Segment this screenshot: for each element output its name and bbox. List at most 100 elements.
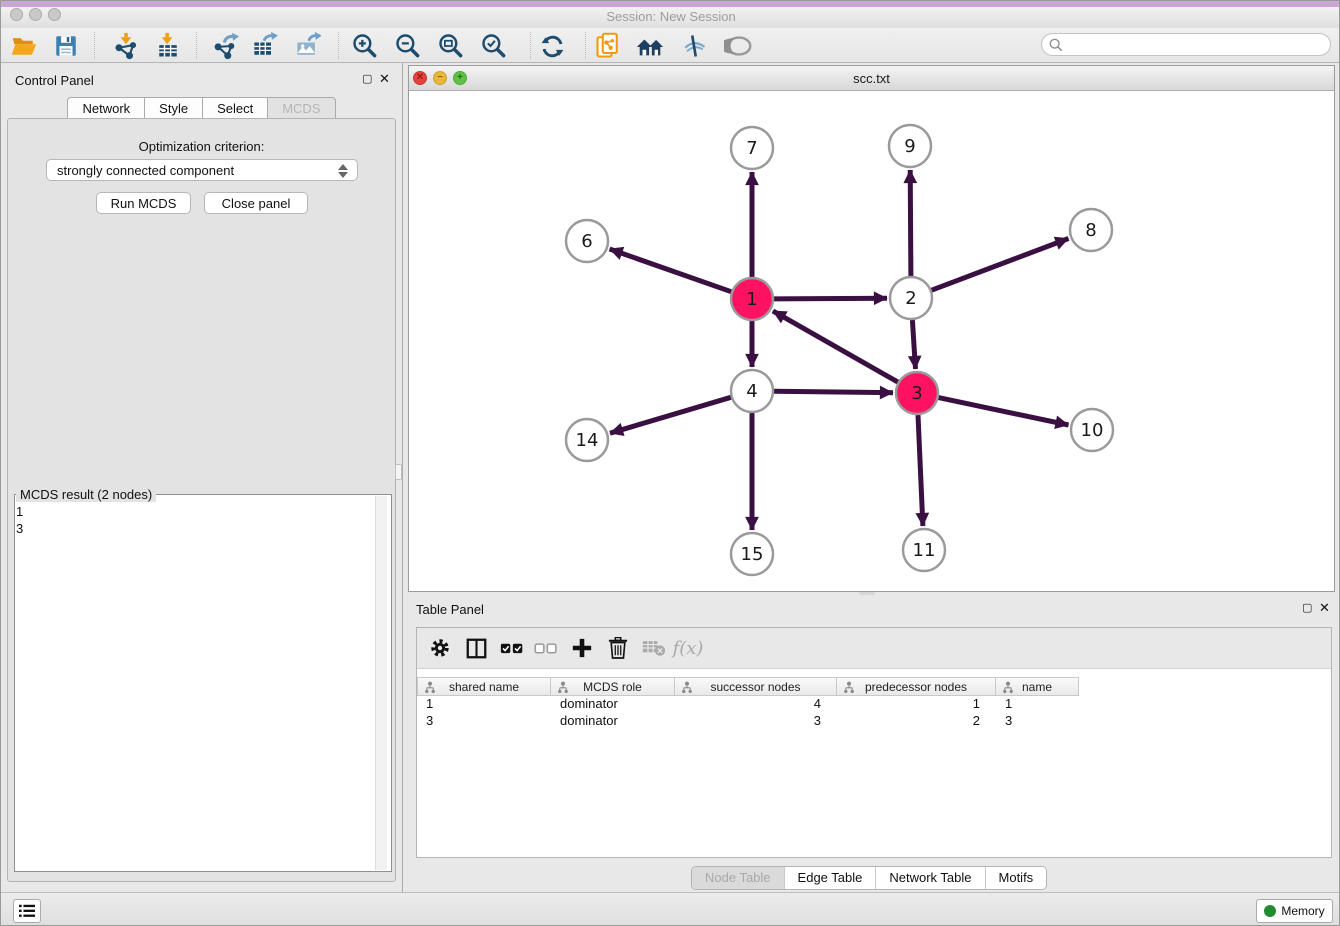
table-row[interactable]: 1dominator411 — [417, 696, 1079, 713]
create-column-plus-icon[interactable] — [567, 633, 597, 663]
home-icon[interactable] — [634, 30, 666, 62]
float-table-panel-icon[interactable]: ▢ — [1302, 601, 1312, 614]
column-header-name[interactable]: name — [996, 677, 1079, 696]
graph-edge-4-14[interactable] — [610, 397, 731, 433]
graph-node-3[interactable]: 3 — [896, 372, 938, 414]
cell-shared-name: 3 — [417, 713, 551, 730]
search-icon — [1049, 38, 1063, 52]
graph-edge-2-8[interactable] — [932, 239, 1069, 291]
criterion-select[interactable]: strongly connected component — [46, 159, 358, 181]
show-panels-eye-icon — [723, 30, 755, 62]
graph-edge-3-1[interactable] — [773, 311, 898, 382]
toolbar-separator — [338, 32, 339, 59]
network-view-window: ✕ − + scc.txt 1234678910111415 — [408, 65, 1335, 592]
svg-text:3: 3 — [911, 383, 922, 404]
splitter-grip[interactable] — [395, 464, 402, 480]
tab-node-table[interactable]: Node Table — [692, 867, 784, 889]
optimization-criterion-label: Optimization criterion: — [8, 139, 395, 154]
graph-edge-4-3[interactable] — [774, 391, 893, 392]
close-panel-button[interactable]: Close panel — [204, 192, 308, 214]
window-title: Session: New Session — [1, 9, 1340, 24]
close-table-panel-icon[interactable]: ✕ — [1319, 600, 1330, 616]
graph-node-7[interactable]: 7 — [731, 127, 773, 169]
tab-mcds[interactable]: MCDS — [268, 97, 335, 119]
run-mcds-button[interactable]: Run MCDS — [96, 192, 191, 214]
tab-select[interactable]: Select — [203, 97, 268, 119]
graph-edge-1-6[interactable] — [610, 249, 732, 292]
close-panel-icon[interactable]: ✕ — [379, 71, 390, 87]
graph-node-2[interactable]: 2 — [890, 277, 932, 319]
apply-layout-icon[interactable] — [536, 30, 568, 62]
table-panel-title: Table Panel — [416, 602, 484, 617]
zoom-in-icon[interactable] — [349, 30, 381, 62]
cell-MCDS-role: dominator — [551, 696, 675, 713]
svg-text:9: 9 — [904, 136, 915, 157]
graph-node-1[interactable]: 1 — [731, 278, 773, 320]
save-session-icon[interactable] — [50, 30, 82, 62]
export-network-icon[interactable] — [210, 30, 242, 62]
column-header-label: successor nodes — [710, 680, 800, 694]
control-panel-tabs: NetworkStyleSelectMCDS — [1, 97, 402, 119]
svg-text:6: 6 — [581, 231, 592, 252]
toolbar-separator — [530, 32, 531, 59]
float-panel-icon[interactable]: ▢ — [362, 72, 372, 85]
svg-text:7: 7 — [746, 138, 757, 159]
export-table-icon[interactable] — [248, 30, 280, 62]
memory-button[interactable]: Memory — [1256, 899, 1333, 923]
status-bar: Memory — [1, 892, 1340, 926]
result-scrollbar[interactable] — [375, 496, 387, 870]
column-header-shared-name[interactable]: shared name — [417, 677, 551, 696]
graph-node-15[interactable]: 15 — [731, 533, 773, 575]
main-toolbar — [1, 28, 1340, 63]
import-network-icon[interactable] — [110, 30, 142, 62]
graph-node-8[interactable]: 8 — [1070, 209, 1112, 251]
select-all-columns-icon[interactable] — [497, 633, 527, 663]
show-columns-icon[interactable] — [461, 633, 491, 663]
tab-edge-table[interactable]: Edge Table — [784, 867, 876, 889]
graph-edge-2-9[interactable] — [910, 170, 911, 276]
cell-MCDS-role: dominator — [551, 713, 675, 730]
zoom-out-icon[interactable] — [392, 30, 424, 62]
svg-text:2: 2 — [905, 288, 916, 309]
table-settings-gear-icon[interactable] — [425, 633, 455, 663]
search-input[interactable] — [1063, 35, 1330, 54]
tab-network[interactable]: Network — [67, 97, 145, 119]
table-tabs: Node TableEdge TableNetwork TableMotifs — [691, 866, 1047, 890]
graph-node-4[interactable]: 4 — [731, 370, 773, 412]
graph-node-6[interactable]: 6 — [566, 220, 608, 262]
network-overview-icon[interactable] — [592, 30, 624, 62]
delete-column-trash-icon[interactable] — [603, 633, 633, 663]
mcds-result-list: 13 — [16, 503, 23, 537]
tab-style[interactable]: Style — [145, 97, 203, 119]
graph-node-11[interactable]: 11 — [903, 529, 945, 571]
tab-motifs[interactable]: Motifs — [985, 867, 1047, 889]
graph-node-10[interactable]: 10 — [1071, 409, 1113, 451]
attribute-type-icon — [681, 681, 693, 694]
criterion-selected-value: strongly connected component — [57, 163, 234, 178]
graph-edge-1-2[interactable] — [774, 298, 887, 299]
task-history-button[interactable] — [13, 899, 41, 923]
table-toolbar: f(x) — [417, 628, 1331, 669]
unselect-all-columns-icon[interactable] — [531, 633, 561, 663]
graph-node-9[interactable]: 9 — [889, 125, 931, 167]
column-header-MCDS-role[interactable]: MCDS role — [551, 677, 675, 696]
open-session-icon[interactable] — [8, 30, 40, 62]
graph-node-14[interactable]: 14 — [566, 419, 608, 461]
graph-edge-2-3[interactable] — [912, 320, 915, 369]
column-header-predecessor-nodes[interactable]: predecessor nodes — [837, 677, 996, 696]
zoom-fit-icon[interactable] — [435, 30, 467, 62]
control-panel-title: Control Panel — [15, 73, 94, 88]
zoom-selected-icon[interactable] — [478, 30, 510, 62]
column-header-successor-nodes[interactable]: successor nodes — [675, 677, 837, 696]
tab-network-table[interactable]: Network Table — [875, 867, 984, 889]
network-graph-canvas[interactable]: 1 2 3 4 6 7 8 9 10 11 14 15 — [409, 91, 1334, 591]
cell-predecessor-nodes: 2 — [837, 713, 996, 730]
export-image-icon[interactable] — [291, 30, 323, 62]
hide-panels-icon[interactable] — [678, 30, 710, 62]
select-stepper-icon — [337, 162, 349, 180]
graph-edge-3-11[interactable] — [918, 415, 923, 526]
import-table-icon[interactable] — [152, 30, 184, 62]
graph-edge-3-10[interactable] — [939, 398, 1069, 425]
table-row[interactable]: 3dominator323 — [417, 713, 1079, 730]
function-builder-label: f(x) — [673, 633, 703, 663]
